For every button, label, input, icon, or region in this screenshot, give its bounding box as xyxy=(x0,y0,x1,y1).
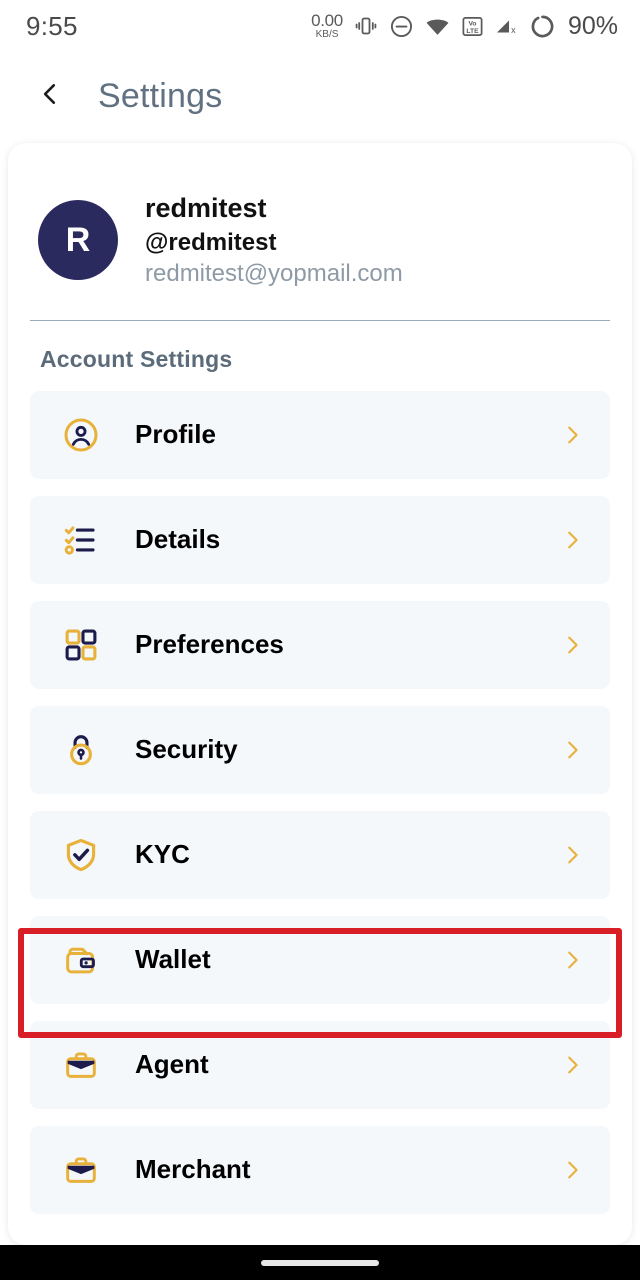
cellular-off-icon: x xyxy=(495,14,519,38)
chevron-right-icon[interactable] xyxy=(558,842,586,868)
wallet-icon xyxy=(62,941,100,979)
chevron-left-icon xyxy=(37,79,63,114)
svg-text:x: x xyxy=(511,25,516,35)
wifi-icon xyxy=(425,14,450,39)
vibrate-icon xyxy=(354,14,378,38)
settings-row-label: Wallet xyxy=(135,944,211,975)
chevron-right-icon[interactable] xyxy=(558,632,586,658)
section-title-account-settings: Account Settings xyxy=(40,345,233,372)
settings-row-label: Security xyxy=(135,734,238,765)
status-time: 9:55 xyxy=(26,10,78,41)
svg-text:Vo: Vo xyxy=(468,20,476,27)
grid-squares-icon xyxy=(62,626,100,664)
profile-name: redmitest xyxy=(145,193,267,223)
network-speed-indicator: 0.00 KB/S xyxy=(311,12,343,40)
status-bar: 9:55 0.00 KB/S Vo LTE x 90% xyxy=(0,0,640,52)
chevron-right-icon[interactable] xyxy=(558,527,586,553)
network-speed-unit: KB/S xyxy=(315,29,339,40)
shield-check-icon xyxy=(62,836,100,874)
chevron-right-icon[interactable] xyxy=(558,1157,586,1183)
app-header: Settings xyxy=(0,52,640,140)
briefcase-icon xyxy=(62,1151,100,1189)
settings-row-preferences[interactable]: Preferences xyxy=(30,600,610,689)
gesture-pill[interactable] xyxy=(261,1259,379,1266)
back-button[interactable] xyxy=(30,76,70,116)
settings-row-profile[interactable]: Profile xyxy=(30,390,610,479)
checklist-icon xyxy=(62,521,100,559)
battery-ring-icon xyxy=(530,14,555,39)
settings-row-label: Merchant xyxy=(135,1154,251,1185)
do-not-disturb-icon xyxy=(389,14,414,39)
avatar: R xyxy=(38,200,118,281)
chevron-right-icon[interactable] xyxy=(558,737,586,763)
user-circle-icon xyxy=(62,416,100,454)
profile-summary[interactable]: R redmitest @redmitest redmitest@yopmail… xyxy=(8,143,632,290)
network-speed-value: 0.00 xyxy=(311,11,343,30)
settings-row-label: KYC xyxy=(135,839,190,870)
status-icon-group: 0.00 KB/S Vo LTE x 90% xyxy=(311,12,618,41)
chevron-right-icon[interactable] xyxy=(558,947,586,973)
settings-row-label: Preferences xyxy=(135,629,284,660)
padlock-icon xyxy=(62,731,100,769)
profile-handle: @redmitest xyxy=(145,228,277,256)
settings-row-label: Agent xyxy=(135,1049,209,1080)
system-navigation-bar xyxy=(0,1245,640,1280)
settings-row-list: Profile Details Preferences Security KYC… xyxy=(8,373,632,1214)
profile-text-group: redmitest @redmitest redmitest@yopmail.c… xyxy=(145,191,403,290)
volte-icon: Vo LTE xyxy=(461,15,484,38)
battery-percentage: 90% xyxy=(567,11,618,40)
settings-row-wallet[interactable]: Wallet xyxy=(30,915,610,1004)
profile-email: redmitest@yopmail.com xyxy=(145,260,403,288)
settings-row-security[interactable]: Security xyxy=(30,705,610,794)
settings-row-details[interactable]: Details xyxy=(30,495,610,584)
settings-row-label: Profile xyxy=(135,419,216,450)
settings-row-label: Details xyxy=(135,524,221,555)
page-title: Settings xyxy=(98,76,223,115)
settings-row-merchant[interactable]: Merchant xyxy=(30,1125,610,1214)
settings-card: R redmitest @redmitest redmitest@yopmail… xyxy=(8,143,632,1245)
briefcase-icon xyxy=(62,1046,100,1084)
chevron-right-icon[interactable] xyxy=(558,1052,586,1078)
chevron-right-icon[interactable] xyxy=(558,422,586,448)
settings-row-agent[interactable]: Agent xyxy=(30,1020,610,1109)
svg-text:LTE: LTE xyxy=(466,27,479,34)
settings-row-kyc[interactable]: KYC xyxy=(30,810,610,899)
